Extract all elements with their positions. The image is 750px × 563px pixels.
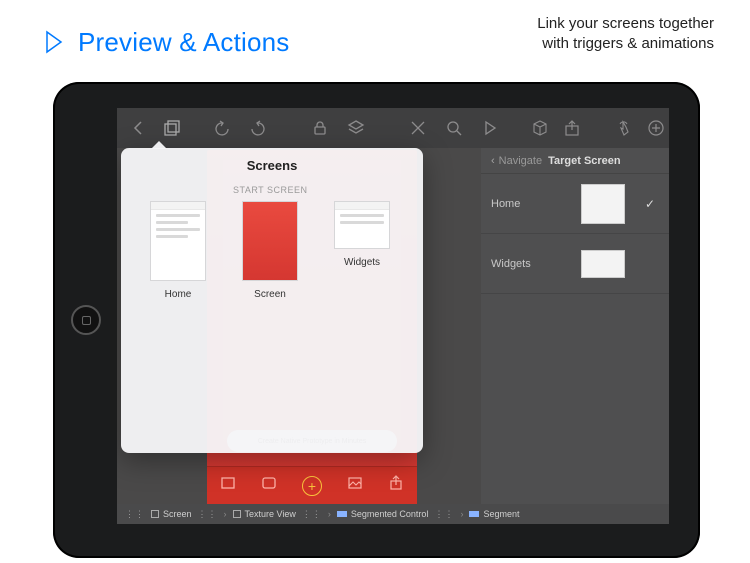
device-frame: Create Native Prototype in Minutes + ‹ N… <box>53 82 700 558</box>
redo-icon[interactable] <box>249 119 267 137</box>
popover-title: Screens <box>121 148 423 185</box>
thumbnail <box>150 201 206 281</box>
right-panel: ‹ Navigate Target Screen Home ✓ Widgets … <box>481 148 669 504</box>
breadcrumb-bar: ⋮⋮ Screen ⋮⋮› Texture View ⋮⋮› Segmented… <box>117 504 669 524</box>
popover-item-label: Screen <box>231 289 309 300</box>
marketing-sub-1: Link your screens together <box>537 14 714 34</box>
rp-back-label: Navigate <box>499 155 542 167</box>
export-icon[interactable] <box>388 475 404 496</box>
app-toolbar <box>117 108 669 148</box>
share-icon[interactable] <box>563 119 581 137</box>
undo-icon[interactable] <box>213 119 231 137</box>
tap-icon[interactable] <box>615 119 633 137</box>
popover-item-screen[interactable]: Screen <box>231 201 309 300</box>
breadcrumb-item[interactable]: Texture View <box>233 509 296 519</box>
breadcrumb-item[interactable]: Segment <box>469 509 519 519</box>
canvas-bottom-toolbar: + <box>207 466 417 504</box>
popover-item-label: Home <box>139 289 217 300</box>
cube-icon[interactable] <box>531 119 549 137</box>
rp-row-label: Widgets <box>491 258 531 270</box>
layers-icon[interactable] <box>347 119 365 137</box>
breadcrumb-item[interactable]: Screen <box>151 509 192 519</box>
add-icon[interactable] <box>647 119 665 137</box>
thumbnail <box>334 201 390 249</box>
rp-title: Target Screen <box>548 155 621 167</box>
check-icon: ✓ <box>645 197 655 211</box>
thumbnail <box>581 184 625 224</box>
thumbnail <box>581 250 625 278</box>
lock-icon[interactable] <box>311 119 329 137</box>
marketing-sub-2: with triggers & animations <box>537 34 714 54</box>
rect-icon[interactable] <box>220 475 236 496</box>
image-icon[interactable] <box>347 475 363 496</box>
screens-popover: Screens START SCREEN Home Screen <box>121 148 423 453</box>
popover-item-home[interactable]: Home <box>139 201 217 300</box>
card-icon[interactable] <box>261 475 277 496</box>
right-panel-header[interactable]: ‹ Navigate Target Screen <box>481 148 669 174</box>
canvas-add-icon[interactable]: + <box>302 476 322 496</box>
back-icon[interactable] <box>129 119 147 137</box>
app-screen: Create Native Prototype in Minutes + ‹ N… <box>117 108 669 524</box>
shuffle-icon[interactable] <box>409 119 427 137</box>
popover-section-label: START SCREEN <box>121 185 423 201</box>
play-outline-icon <box>44 30 64 54</box>
popover-item-label: Widgets <box>323 257 401 268</box>
screens-icon[interactable] <box>163 119 181 137</box>
popover-item-widgets[interactable]: Widgets <box>323 201 401 300</box>
search-icon[interactable] <box>445 119 463 137</box>
rp-row-home[interactable]: Home ✓ <box>481 174 669 234</box>
thumbnail <box>242 201 298 281</box>
play-icon[interactable] <box>481 119 499 137</box>
rp-row-label: Home <box>491 198 520 210</box>
marketing-title: Preview & Actions <box>78 27 290 58</box>
rp-row-widgets[interactable]: Widgets ✓ <box>481 234 669 294</box>
marketing-header: Preview & Actions Link your screens toge… <box>0 0 750 70</box>
chevron-left-icon: ‹ <box>491 155 495 167</box>
breadcrumb-item[interactable]: Segmented Control <box>337 509 429 519</box>
device-home-button <box>71 305 101 335</box>
grip-icon[interactable]: ⋮⋮ <box>125 509 145 520</box>
